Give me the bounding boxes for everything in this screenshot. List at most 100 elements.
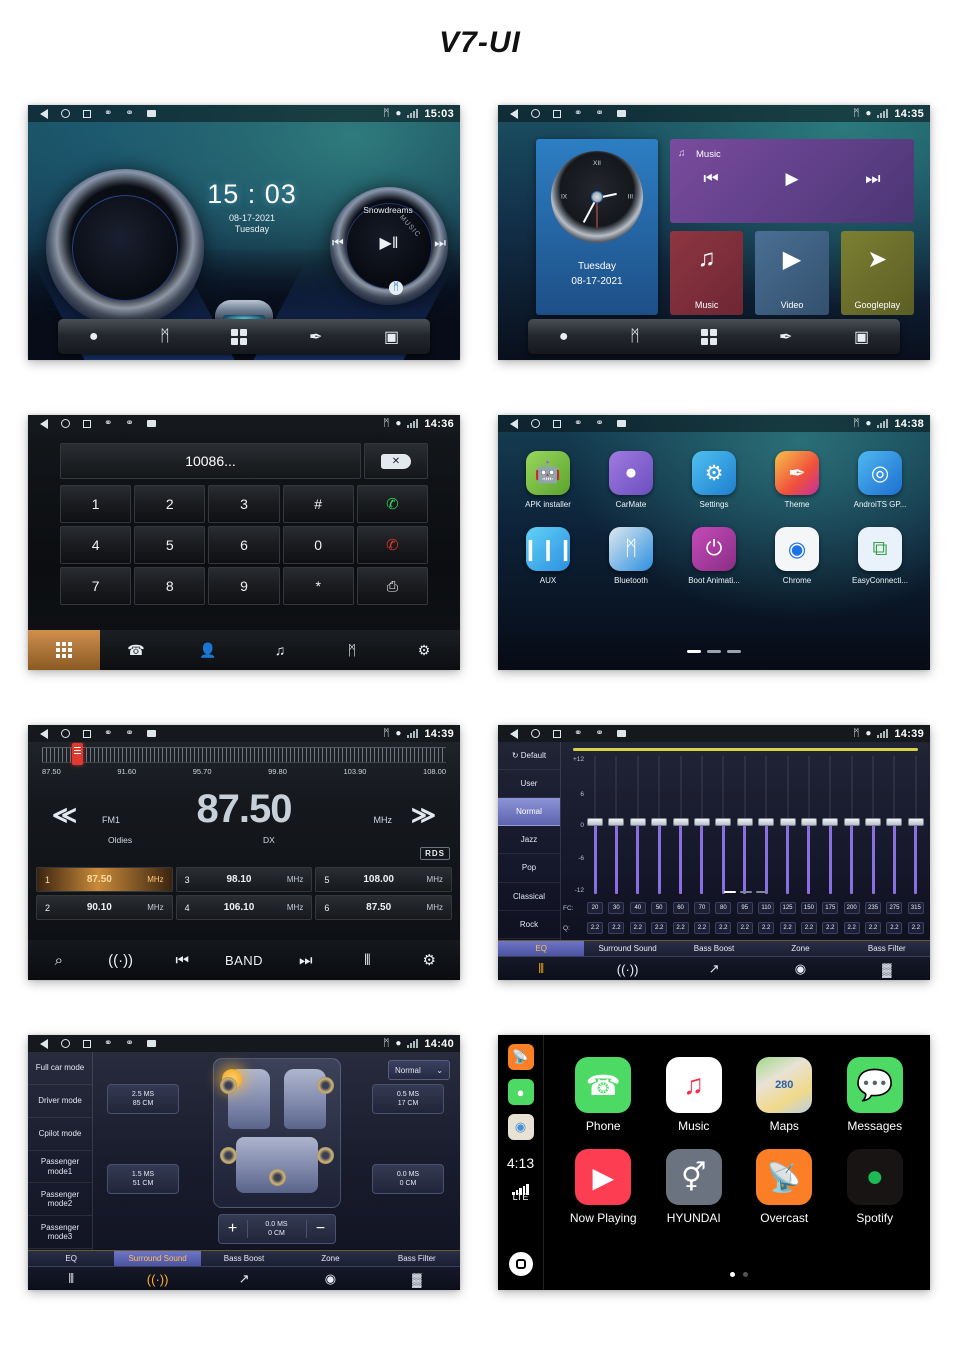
eq-q-value[interactable]: 2.2 — [886, 922, 903, 934]
scan-icon[interactable]: ((·)) — [90, 952, 152, 969]
eq-q-value[interactable]: 2.2 — [672, 922, 689, 934]
eq-slider-knob[interactable] — [693, 818, 710, 827]
eq-band-slider[interactable] — [758, 756, 775, 894]
tile-video[interactable]: ▶ Video — [755, 231, 829, 315]
key-9[interactable]: 9 — [208, 567, 280, 605]
back-icon[interactable] — [40, 418, 48, 429]
back-icon[interactable] — [40, 728, 48, 739]
carplay-app-phone[interactable]: ☎ Phone — [562, 1057, 644, 1133]
mode-cpilot[interactable]: Cpilot mode — [28, 1118, 92, 1151]
eq-preset-normal[interactable]: Normal — [498, 798, 560, 827]
eq-slider-knob[interactable] — [907, 818, 924, 827]
eq-band-slider[interactable] — [736, 756, 753, 894]
back-icon[interactable] — [510, 728, 518, 739]
eq-fc-value[interactable]: 40 — [629, 902, 646, 914]
recents-icon[interactable] — [553, 729, 561, 738]
tab-call-log[interactable]: ☎ — [100, 642, 172, 659]
back-icon[interactable] — [510, 108, 518, 119]
key-4[interactable]: 4 — [60, 526, 132, 564]
band-button[interactable]: BAND — [213, 953, 275, 968]
key-6[interactable]: 6 — [208, 526, 280, 564]
eq-preset-jazz[interactable]: Jazz — [498, 826, 560, 855]
eq-slider-knob[interactable] — [651, 818, 668, 827]
tuning-marker[interactable] — [72, 743, 83, 765]
eq-fc-value[interactable]: 235 — [865, 902, 882, 914]
home-icon[interactable] — [61, 1039, 70, 1048]
eq-q-value[interactable]: 2.2 — [715, 922, 732, 934]
app-chrome[interactable]: ◉ Chrome — [761, 527, 833, 585]
delay-rear-right[interactable]: 0.0 MS 0 CM — [372, 1164, 444, 1194]
home-icon[interactable] — [531, 109, 540, 118]
tab-eq[interactable]: EQ ⫴ — [28, 1251, 115, 1290]
eq-slider-knob[interactable] — [779, 818, 796, 827]
overcast-icon[interactable]: 📡 — [507, 1044, 534, 1070]
eq-slider-knob[interactable] — [608, 818, 625, 827]
eq-band-slider[interactable] — [907, 756, 924, 894]
eq-preset-default[interactable]: ↻ Default — [498, 742, 560, 771]
eq-slider-knob[interactable] — [800, 818, 817, 827]
carplay-home-button[interactable] — [508, 1252, 533, 1276]
delay-rear-left[interactable]: 1.5 MS 51 CM — [107, 1164, 179, 1194]
mode-full-car[interactable]: Full car mode — [28, 1052, 92, 1085]
eq-fc-value[interactable]: 50 — [651, 902, 668, 914]
play-pause-icon[interactable]: ▶‖ — [380, 233, 399, 253]
eq-slider-knob[interactable] — [672, 818, 689, 827]
mode-passenger-3[interactable]: Passenger mode3 — [28, 1216, 92, 1250]
carplay-app-overcast[interactable]: 📡 Overcast — [743, 1149, 825, 1225]
preset-2[interactable]: 2 90.10 MHz — [36, 895, 173, 920]
backspace-button[interactable]: ✕ — [364, 443, 428, 479]
recents-icon[interactable] — [83, 419, 91, 428]
eq-q-value[interactable]: 2.2 — [587, 922, 603, 934]
key-5[interactable]: 5 — [134, 526, 206, 564]
volume-dial[interactable] — [46, 169, 204, 327]
radio-icon[interactable]: ▣ — [384, 327, 399, 347]
eq-q-value[interactable]: 2.2 — [779, 922, 796, 934]
recents-icon[interactable] — [553, 109, 561, 118]
decrease-button[interactable]: − — [307, 1220, 335, 1238]
eq-slider-knob[interactable] — [587, 818, 603, 827]
eq-preset-pop[interactable]: Pop — [498, 854, 560, 883]
recents-icon[interactable] — [83, 109, 91, 118]
eq-q-value[interactable]: 2.2 — [693, 922, 710, 934]
eq-fc-value[interactable]: 30 — [608, 902, 625, 914]
tab-bass-filter[interactable]: Bass Filter ▓ — [373, 1251, 460, 1290]
tab-bt-audio[interactable]: ♫ — [244, 642, 316, 658]
eq-slider-knob[interactable] — [886, 818, 903, 827]
back-icon[interactable] — [40, 108, 48, 119]
eq-band-slider[interactable] — [672, 756, 689, 894]
preset-5[interactable]: 5 108.00 MHz — [315, 867, 452, 892]
mode-driver[interactable]: Driver mode — [28, 1085, 92, 1118]
preset-6[interactable]: 6 87.50 MHz — [315, 895, 452, 920]
home-icon[interactable] — [531, 729, 540, 738]
carplay-app-hyundai[interactable]: ⚥ HYUNDAI — [653, 1149, 735, 1225]
analog-clock-widget[interactable]: XII III IX Tuesday 08-17-2021 — [536, 139, 658, 315]
home-icon[interactable] — [531, 419, 540, 428]
mode-passenger-2[interactable]: Passenger mode2 — [28, 1183, 92, 1217]
eq-band-slider[interactable] — [629, 756, 646, 894]
eq-band-slider[interactable] — [608, 756, 625, 894]
eq-q-value[interactable]: 2.2 — [907, 922, 924, 934]
eq-fc-value[interactable]: 315 — [907, 902, 924, 914]
next-track-icon[interactable]: ⏭ — [865, 169, 880, 189]
prev-station-icon[interactable]: ⏮ — [151, 952, 213, 969]
app-aux[interactable]: ❙❙❙ AUX — [512, 527, 584, 585]
eq-fc-value[interactable]: 110 — [758, 902, 775, 914]
messages-icon[interactable]: ● — [507, 1079, 534, 1105]
tuning-scale[interactable] — [42, 747, 446, 763]
recents-icon[interactable] — [553, 419, 561, 428]
search-icon[interactable]: ⌕ — [28, 952, 90, 969]
eq-fc-value[interactable]: 175 — [822, 902, 839, 914]
tab-phone-bt[interactable]: ᛗ — [316, 642, 388, 658]
eq-slider-knob[interactable] — [758, 818, 775, 827]
recents-icon[interactable] — [83, 1039, 91, 1048]
eq-preset-rock[interactable]: Rock — [498, 911, 560, 939]
eq-q-value[interactable]: 2.2 — [843, 922, 860, 934]
theme-icon[interactable]: ✒ — [309, 327, 322, 347]
hangup-button[interactable]: ✆ — [356, 526, 428, 564]
eq-q-value[interactable]: 2.2 — [822, 922, 839, 934]
radio-icon[interactable]: ▣ — [854, 327, 869, 347]
key-2[interactable]: 2 — [134, 485, 206, 523]
music-widget[interactable]: ♫ Music ⏮ ▶ ⏭ — [670, 139, 914, 223]
eq-slider-knob[interactable] — [629, 818, 646, 827]
key-7[interactable]: 7 — [60, 567, 132, 605]
